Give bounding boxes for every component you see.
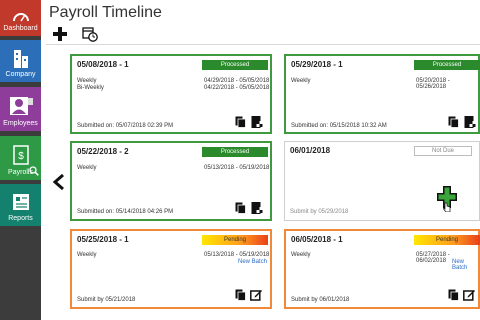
page-title: Payroll Timeline: [49, 4, 162, 21]
sidebar-item-reports[interactable]: Reports: [0, 184, 41, 226]
edit-icon[interactable]: [463, 289, 475, 301]
header-divider: [46, 44, 480, 45]
payroll-card[interactable]: 05/08/2018 - 1 Processed Weekly 04/29/20…: [70, 54, 272, 134]
card-date: 05/22/2018 - 2: [77, 147, 129, 156]
finish-flag-icon[interactable]: [250, 116, 264, 128]
card-date: 06/05/2018 - 1: [291, 235, 343, 244]
row-label: Weekly: [77, 165, 97, 171]
card-footer: Submit by 05/29/2018: [290, 209, 349, 215]
copy-icon[interactable]: [448, 116, 459, 128]
sidebar-item-employees[interactable]: Employees: [0, 87, 41, 131]
card-footer: Submitted on: 05/07/2018 02:39 PM: [77, 123, 174, 129]
chevron-left-icon[interactable]: [52, 174, 66, 190]
copy-icon[interactable]: [235, 202, 246, 214]
card-footer: Submit by 05/21/2018: [77, 297, 136, 303]
sidebar-item-label: Employees: [3, 120, 38, 127]
sidebar-item-label: Dashboard: [3, 25, 38, 32]
status-badge: Pending: [202, 235, 268, 245]
report-icon: [12, 194, 29, 210]
payroll-card[interactable]: 06/05/2018 - 1 Pending Weekly 05/27/2018…: [284, 229, 480, 309]
sidebar: Dashboard Company Employees $ Payrolls R…: [0, 0, 41, 320]
new-batch-link[interactable]: New Batch: [238, 259, 267, 265]
building-icon: [13, 50, 28, 68]
row-range: 05/13/2018 - 05/19/2018: [204, 252, 270, 258]
row-label: Weekly: [291, 78, 311, 84]
copy-icon[interactable]: [448, 289, 459, 301]
status-badge: Pending: [414, 235, 480, 245]
finish-flag-icon[interactable]: [463, 116, 477, 128]
row-label: Weekly: [291, 252, 311, 258]
payroll-card[interactable]: 06/01/2018 Not Due Submit by 05/29/2018: [284, 141, 480, 221]
card-date: 05/29/2018 - 1: [291, 60, 343, 69]
card-footer: Submitted on: 05/14/2018 04:26 PM: [77, 209, 174, 215]
sidebar-item-payrolls[interactable]: $ Payrolls: [0, 136, 41, 180]
sidebar-item-dashboard[interactable]: Dashboard: [0, 0, 41, 36]
speedometer-icon: [12, 13, 29, 22]
status-badge: Processed: [414, 60, 480, 70]
sidebar-item-label: Reports: [8, 215, 33, 222]
row-range: 05/20/2018 - 05/26/2018: [416, 78, 450, 90]
employee-badge-icon: [9, 97, 33, 115]
app: Dashboard Company Employees $ Payrolls R…: [0, 0, 480, 320]
status-badge: Not Due: [414, 146, 472, 156]
row-range: 04/29/2018 - 05/05/2018: [204, 78, 270, 84]
calendar-clock-icon[interactable]: [82, 26, 98, 42]
row-range: 04/22/2018 - 05/05/2018: [204, 85, 270, 91]
svg-text:$: $: [18, 151, 24, 162]
search-icon[interactable]: [29, 166, 39, 176]
plus-icon[interactable]: [52, 26, 68, 42]
card-date: 06/01/2018: [290, 146, 331, 155]
status-badge: Processed: [202, 147, 268, 157]
status-badge: Processed: [202, 60, 268, 70]
copy-icon[interactable]: [235, 116, 246, 128]
row-label: Bi-Weekly: [77, 85, 104, 91]
new-batch-link[interactable]: New Batch: [452, 259, 478, 271]
card-footer: Submit by 06/01/2018: [291, 297, 350, 303]
row-range: 05/13/2018 - 05/19/2018: [204, 165, 270, 171]
edit-icon[interactable]: [250, 289, 262, 301]
payroll-card[interactable]: 05/22/2018 - 2 Processed Weekly 05/13/20…: [70, 141, 272, 221]
row-label: Weekly: [77, 78, 97, 84]
card-date: 05/25/2018 - 1: [77, 235, 129, 244]
copy-icon[interactable]: [235, 289, 246, 301]
card-footer: Submitted on: 05/15/2018 10:32 AM: [291, 123, 387, 129]
sidebar-item-company[interactable]: Company: [0, 40, 41, 82]
payroll-card[interactable]: 05/25/2018 - 1 Pending Weekly 05/13/2018…: [70, 229, 272, 309]
payroll-document-icon: $: [12, 145, 29, 165]
finish-flag-icon[interactable]: [250, 202, 264, 214]
cursor-hand-icon: [443, 202, 451, 212]
payroll-card[interactable]: 05/29/2018 - 1 Processed Weekly 05/20/20…: [284, 54, 480, 134]
row-label: Weekly: [77, 252, 97, 258]
card-date: 05/08/2018 - 1: [77, 60, 129, 69]
sidebar-item-label: Company: [5, 71, 36, 78]
